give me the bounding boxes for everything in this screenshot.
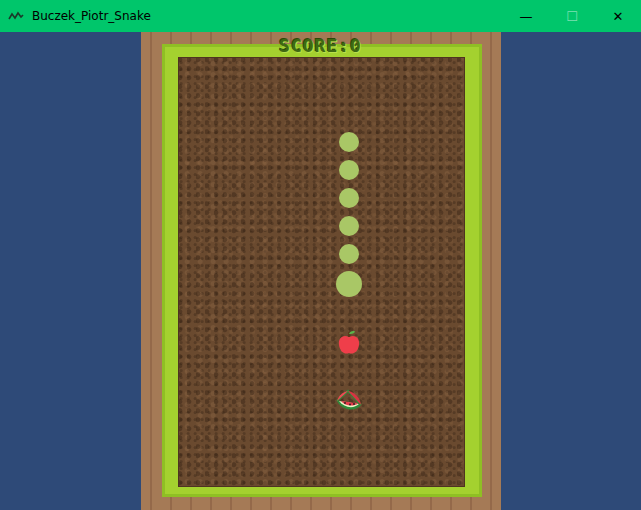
apple-icon (334, 328, 364, 358)
play-field (178, 57, 465, 487)
window-control-button[interactable]: — (503, 0, 549, 32)
snake-segment (339, 160, 359, 180)
game-window: Buczek_Piotr_Snake—☐✕ SCORE:0 (0, 0, 641, 510)
window-control-button[interactable]: ✕ (595, 0, 641, 32)
snake-segment (339, 244, 359, 264)
score-label: SCORE:0 (141, 35, 501, 56)
snake-segment (339, 216, 359, 236)
game-board: SCORE:0 (141, 32, 501, 510)
grass-border (162, 44, 482, 497)
watermelon-icon (334, 385, 364, 415)
snake-icon (8, 10, 24, 22)
stage: SCORE:0 (0, 32, 641, 510)
title-bar: Buczek_Piotr_Snake—☐✕ (0, 0, 641, 32)
snake-segment (339, 132, 359, 152)
window-control-button: ☐ (549, 0, 595, 32)
window-title: Buczek_Piotr_Snake (32, 9, 503, 23)
snake-head (336, 271, 362, 297)
snake-segment (339, 188, 359, 208)
